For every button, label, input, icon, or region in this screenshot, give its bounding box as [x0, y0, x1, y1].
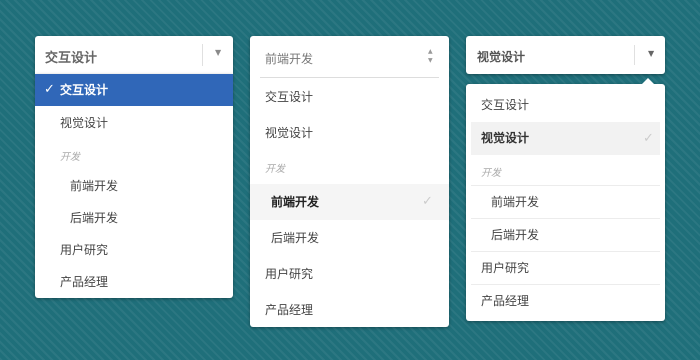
dropdown3-option-product-manager[interactable]: 产品经理 — [466, 285, 665, 318]
up-down-arrows-icon[interactable]: ▲ ▼ — [428, 47, 433, 65]
dropdown3-option-visual-design[interactable]: 视觉设计 ✓ — [471, 122, 660, 155]
check-icon: ✓ — [44, 82, 55, 97]
dropdown1-option-user-research[interactable]: 用户研究 — [35, 234, 233, 266]
option-label: 后端开发 — [271, 231, 320, 245]
option-label: 后端开发 — [70, 211, 119, 225]
dropdown2-listbox[interactable]: 前端开发 ▲ ▼ 交互设计 视觉设计 开发 前端开发 ✓ 后端开发 用户研究 产品… — [250, 36, 449, 327]
dropdown2-divider — [260, 77, 439, 78]
dropdown1-divider — [202, 44, 203, 66]
dropdown1-option-visual-design[interactable]: 视觉设计 — [35, 107, 233, 139]
dropdown1-option-product-manager[interactable]: 产品经理 — [35, 266, 233, 298]
option-label: 交互设计 — [265, 90, 314, 104]
dropdown2-option-product-manager[interactable]: 产品经理 — [250, 292, 449, 328]
dropdown2-option-backend[interactable]: 后端开发 — [250, 220, 449, 256]
option-label: 产品经理 — [481, 294, 530, 308]
check-icon: ✓ — [422, 194, 433, 209]
option-label: 视觉设计 — [60, 116, 109, 130]
dropdown3-group-dev: 开发 — [481, 168, 501, 179]
check-icon: ✓ — [643, 131, 654, 146]
option-label: 用户研究 — [481, 261, 530, 275]
dropdown3-select[interactable]: 视觉设计 ▼ — [466, 36, 665, 74]
dropdown1-selected-value: 交互设计 — [45, 51, 98, 66]
dropdown3-divider — [634, 45, 635, 65]
dropdown1-group-dev: 开发 — [60, 152, 80, 163]
option-label: 前端开发 — [491, 195, 540, 209]
option-label: 前端开发 — [271, 195, 320, 209]
dropdown1-option-backend[interactable]: 后端开发 — [35, 202, 233, 234]
dropdown2-option-frontend[interactable]: 前端开发 ✓ — [250, 184, 449, 220]
option-label: 交互设计 — [481, 98, 530, 112]
dropdown1-option-frontend[interactable]: 前端开发 — [35, 170, 233, 202]
option-label: 产品经理 — [60, 275, 109, 289]
dropdown3-menu-caret — [642, 78, 654, 84]
dropdown2-group-dev: 开发 — [265, 164, 285, 175]
option-label: 后端开发 — [491, 228, 540, 242]
dropdown1-option-interaction-design[interactable]: ✓ 交互设计 — [35, 74, 233, 106]
dropdown3-selected-value: 视觉设计 — [477, 50, 526, 64]
dropdown3-option-frontend[interactable]: 前端开发 — [466, 186, 665, 219]
dropdown2-option-visual-design[interactable]: 视觉设计 — [250, 115, 449, 151]
dropdown2-option-interaction-design[interactable]: 交互设计 — [250, 79, 449, 115]
chevron-down-icon[interactable]: ▼ — [648, 49, 654, 58]
option-label: 视觉设计 — [265, 126, 314, 140]
dropdown2-current-value: 前端开发 — [265, 52, 314, 66]
dropdown3-menu: 交互设计 视觉设计 ✓ 开发 前端开发 后端开发 用户研究 产品经理 — [466, 84, 665, 321]
option-label: 视觉设计 — [481, 131, 530, 145]
dropdown2-option-user-research[interactable]: 用户研究 — [250, 256, 449, 292]
dropdown3-option-backend[interactable]: 后端开发 — [466, 219, 665, 252]
dropdown1-menu: ✓ 交互设计 视觉设计 开发 前端开发 后端开发 用户研究 产品经理 — [35, 74, 233, 298]
option-label: 产品经理 — [265, 303, 314, 317]
option-label: 前端开发 — [70, 179, 119, 193]
chevron-down-icon[interactable]: ▼ — [215, 48, 221, 57]
option-label: 用户研究 — [60, 243, 109, 257]
dropdown3-option-interaction-design[interactable]: 交互设计 — [466, 89, 665, 122]
dropdown1-select[interactable]: 交互设计 ▼ — [35, 36, 233, 74]
dropdown3-option-user-research[interactable]: 用户研究 — [466, 252, 665, 285]
option-label: 用户研究 — [265, 267, 314, 281]
option-label: 交互设计 — [60, 83, 109, 97]
